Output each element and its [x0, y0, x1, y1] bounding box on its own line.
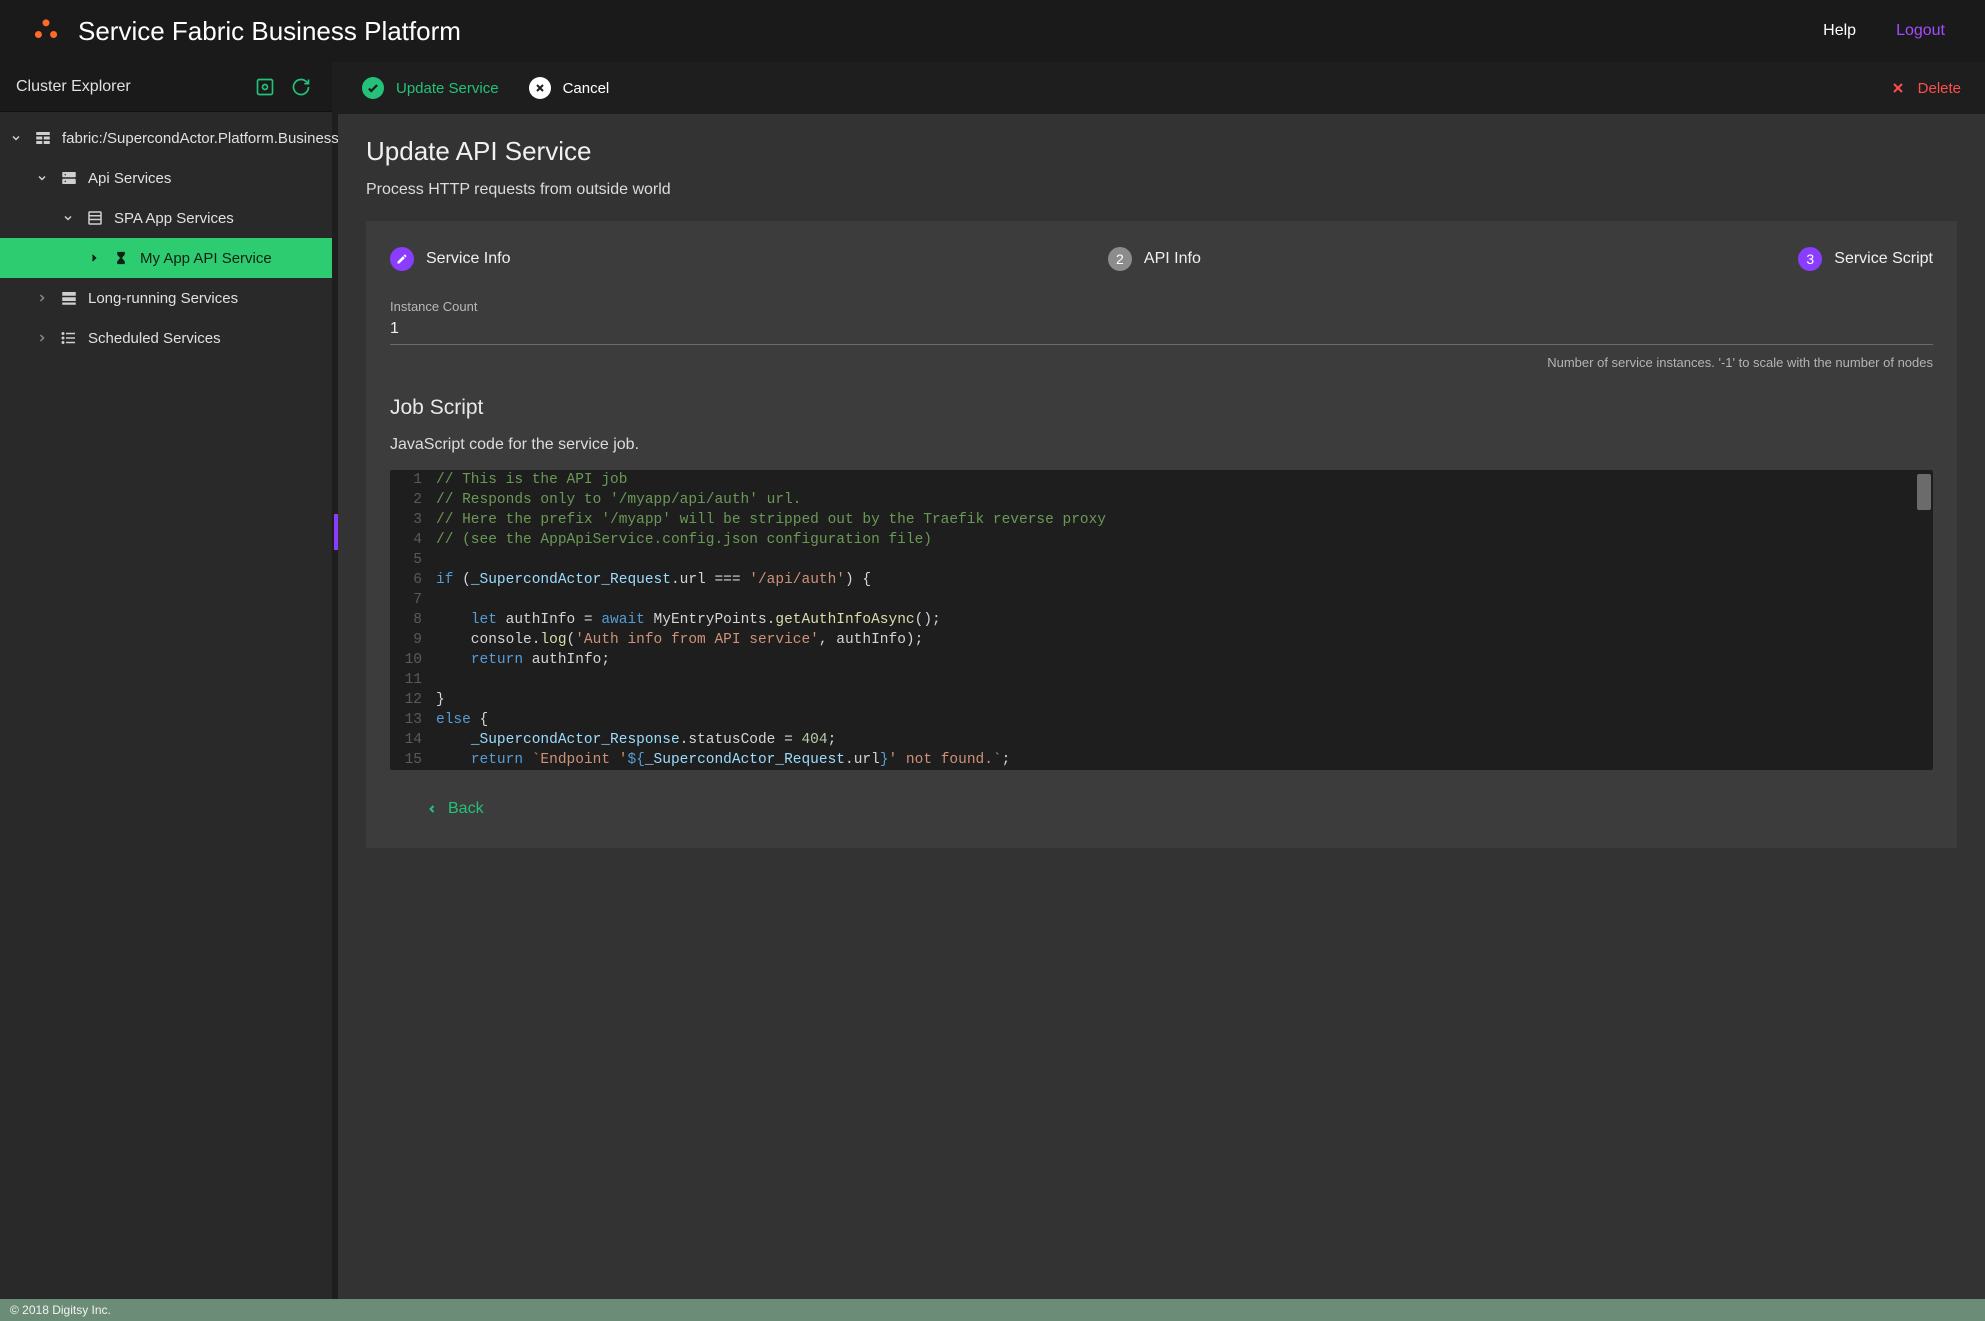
instance-count-input[interactable]	[390, 318, 1933, 345]
server-icon	[56, 169, 82, 187]
sidebar: Cluster Explorer	[0, 62, 338, 1299]
top-bar: Service Fabric Business Platform Help Lo…	[0, 0, 1985, 62]
top-links: Help Logout	[1823, 22, 1945, 40]
list-icon	[56, 329, 82, 347]
tree-label: Long-running Services	[88, 290, 238, 307]
main-content: Update Service Cancel Delete Update API …	[338, 62, 1985, 1299]
tree-node-fabric-root[interactable]: fabric:/SupercondActor.Platform.Business	[0, 118, 332, 158]
form-card: Service Info 2 API Info 3 Service Script…	[366, 221, 1957, 848]
settings-icon[interactable]	[254, 76, 276, 98]
content-marker	[334, 514, 338, 550]
tree-node-api-services[interactable]: Api Services	[0, 158, 332, 198]
update-service-button[interactable]: Update Service	[362, 77, 499, 99]
delete-button[interactable]: Delete	[1890, 80, 1961, 97]
editor-scrollbar[interactable]	[1917, 474, 1931, 510]
stepper: Service Info 2 API Info 3 Service Script	[390, 247, 1933, 271]
tree-node-long-running[interactable]: Long-running Services	[0, 278, 332, 318]
chevron-right-icon	[28, 292, 56, 304]
button-label: Cancel	[563, 80, 610, 97]
tree-node-scheduled[interactable]: Scheduled Services	[0, 318, 332, 358]
pencil-icon	[390, 247, 414, 271]
sidebar-title: Cluster Explorer	[16, 78, 131, 96]
tree-label: My App API Service	[140, 250, 272, 267]
action-bar: Update Service Cancel Delete	[338, 62, 1985, 114]
page-title: Update API Service	[366, 136, 1957, 167]
chevron-down-icon	[28, 172, 56, 184]
tree-label: Scheduled Services	[88, 330, 221, 347]
chevron-down-icon	[2, 132, 30, 144]
footer: © 2018 Digitsy Inc.	[0, 1299, 1985, 1321]
app-title: Service Fabric Business Platform	[78, 16, 461, 47]
back-label: Back	[448, 800, 484, 818]
instance-count-label: Instance Count	[390, 299, 1933, 314]
refresh-icon[interactable]	[290, 76, 312, 98]
cancel-button[interactable]: Cancel	[529, 77, 610, 99]
step-label: API Info	[1144, 250, 1201, 268]
step-label: Service Script	[1834, 250, 1933, 268]
step-service-script[interactable]: 3 Service Script	[1798, 247, 1933, 271]
group-icon	[82, 209, 108, 227]
tree-node-spa-app-services[interactable]: SPA App Services	[0, 198, 332, 238]
app-logo-icon	[32, 17, 60, 45]
copyright: © 2018 Digitsy Inc.	[10, 1303, 111, 1317]
job-script-title: Job Script	[390, 396, 1933, 420]
tree-label: fabric:/SupercondActor.Platform.Business	[62, 130, 339, 147]
step-number: 3	[1798, 247, 1822, 271]
step-api-info[interactable]: 2 API Info	[1108, 247, 1201, 271]
sidebar-header: Cluster Explorer	[0, 62, 332, 112]
chevron-left-icon	[426, 803, 438, 815]
help-link[interactable]: Help	[1823, 22, 1856, 40]
instance-count-hint: Number of service instances. '-1' to sca…	[390, 355, 1933, 370]
button-label: Delete	[1918, 80, 1961, 97]
chevron-right-icon	[80, 252, 108, 264]
chevron-right-icon	[28, 332, 56, 344]
code-editor[interactable]: 1// This is the API job 2// Responds onl…	[390, 470, 1933, 770]
app-icon	[30, 129, 56, 147]
check-icon	[362, 77, 384, 99]
job-script-desc: JavaScript code for the service job.	[390, 436, 1933, 454]
tree-node-my-app-api-service[interactable]: My App API Service	[0, 238, 332, 278]
step-number: 2	[1108, 247, 1132, 271]
chevron-down-icon	[54, 212, 82, 224]
cluster-tree: fabric:/SupercondActor.Platform.Business…	[0, 112, 332, 364]
logout-link[interactable]: Logout	[1896, 22, 1945, 40]
back-button[interactable]: Back	[426, 800, 1933, 818]
tree-label: SPA App Services	[114, 210, 234, 227]
close-icon	[529, 77, 551, 99]
button-label: Update Service	[396, 80, 499, 97]
stack-icon	[56, 289, 82, 307]
step-service-info[interactable]: Service Info	[390, 247, 510, 271]
close-icon	[1890, 80, 1906, 96]
tree-label: Api Services	[88, 170, 171, 187]
step-label: Service Info	[426, 250, 510, 268]
page-subtitle: Process HTTP requests from outside world	[366, 181, 1957, 199]
hourglass-icon	[108, 251, 134, 265]
